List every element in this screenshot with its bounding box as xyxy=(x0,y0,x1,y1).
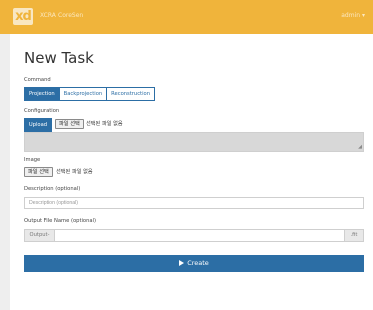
output-suffix-addon: .fit xyxy=(344,229,364,242)
description-input[interactable] xyxy=(24,197,364,209)
configuration-file-button[interactable]: 파일 선택 xyxy=(55,119,84,129)
nav-link-xcra[interactable]: XCRA xyxy=(40,12,56,19)
description-label: Description (optional) xyxy=(24,186,81,192)
image-file-status: 선택된 파일 없음 xyxy=(56,169,93,175)
output-filename-input[interactable] xyxy=(54,229,345,242)
top-navbar: xd XCRA CoreSen admin ▾ xyxy=(0,0,373,34)
chevron-down-icon: ▾ xyxy=(361,12,365,19)
upload-button[interactable]: Upload xyxy=(24,118,52,132)
command-tabs: Projection Backprojection Reconstruction xyxy=(24,87,155,101)
user-name: admin xyxy=(341,12,361,19)
app-logo[interactable]: xd xyxy=(13,8,33,25)
resize-handle-icon[interactable]: ◢ xyxy=(358,145,362,150)
page-title: New Task xyxy=(24,49,94,67)
tab-reconstruction[interactable]: Reconstruction xyxy=(106,87,155,101)
tab-projection[interactable]: Projection xyxy=(24,87,60,101)
image-file-button[interactable]: 파일 선택 xyxy=(24,167,53,177)
configuration-label: Configuration xyxy=(24,108,60,114)
user-menu[interactable]: admin ▾ xyxy=(341,12,365,19)
nav-link-coresen[interactable]: CoreSen xyxy=(58,12,83,19)
command-label: Command xyxy=(24,77,51,83)
tab-backprojection[interactable]: Backprojection xyxy=(58,87,108,101)
create-label: Create xyxy=(187,259,209,267)
configuration-file-status: 선택된 파일 없음 xyxy=(86,121,123,127)
output-prefix-addon: Output- xyxy=(24,229,55,242)
play-icon xyxy=(179,260,185,266)
configuration-textarea[interactable]: ◢ xyxy=(24,132,364,152)
image-label: Image xyxy=(24,157,41,163)
create-button[interactable]: Create xyxy=(24,255,364,272)
output-label: Output File Name (optional) xyxy=(24,218,97,224)
